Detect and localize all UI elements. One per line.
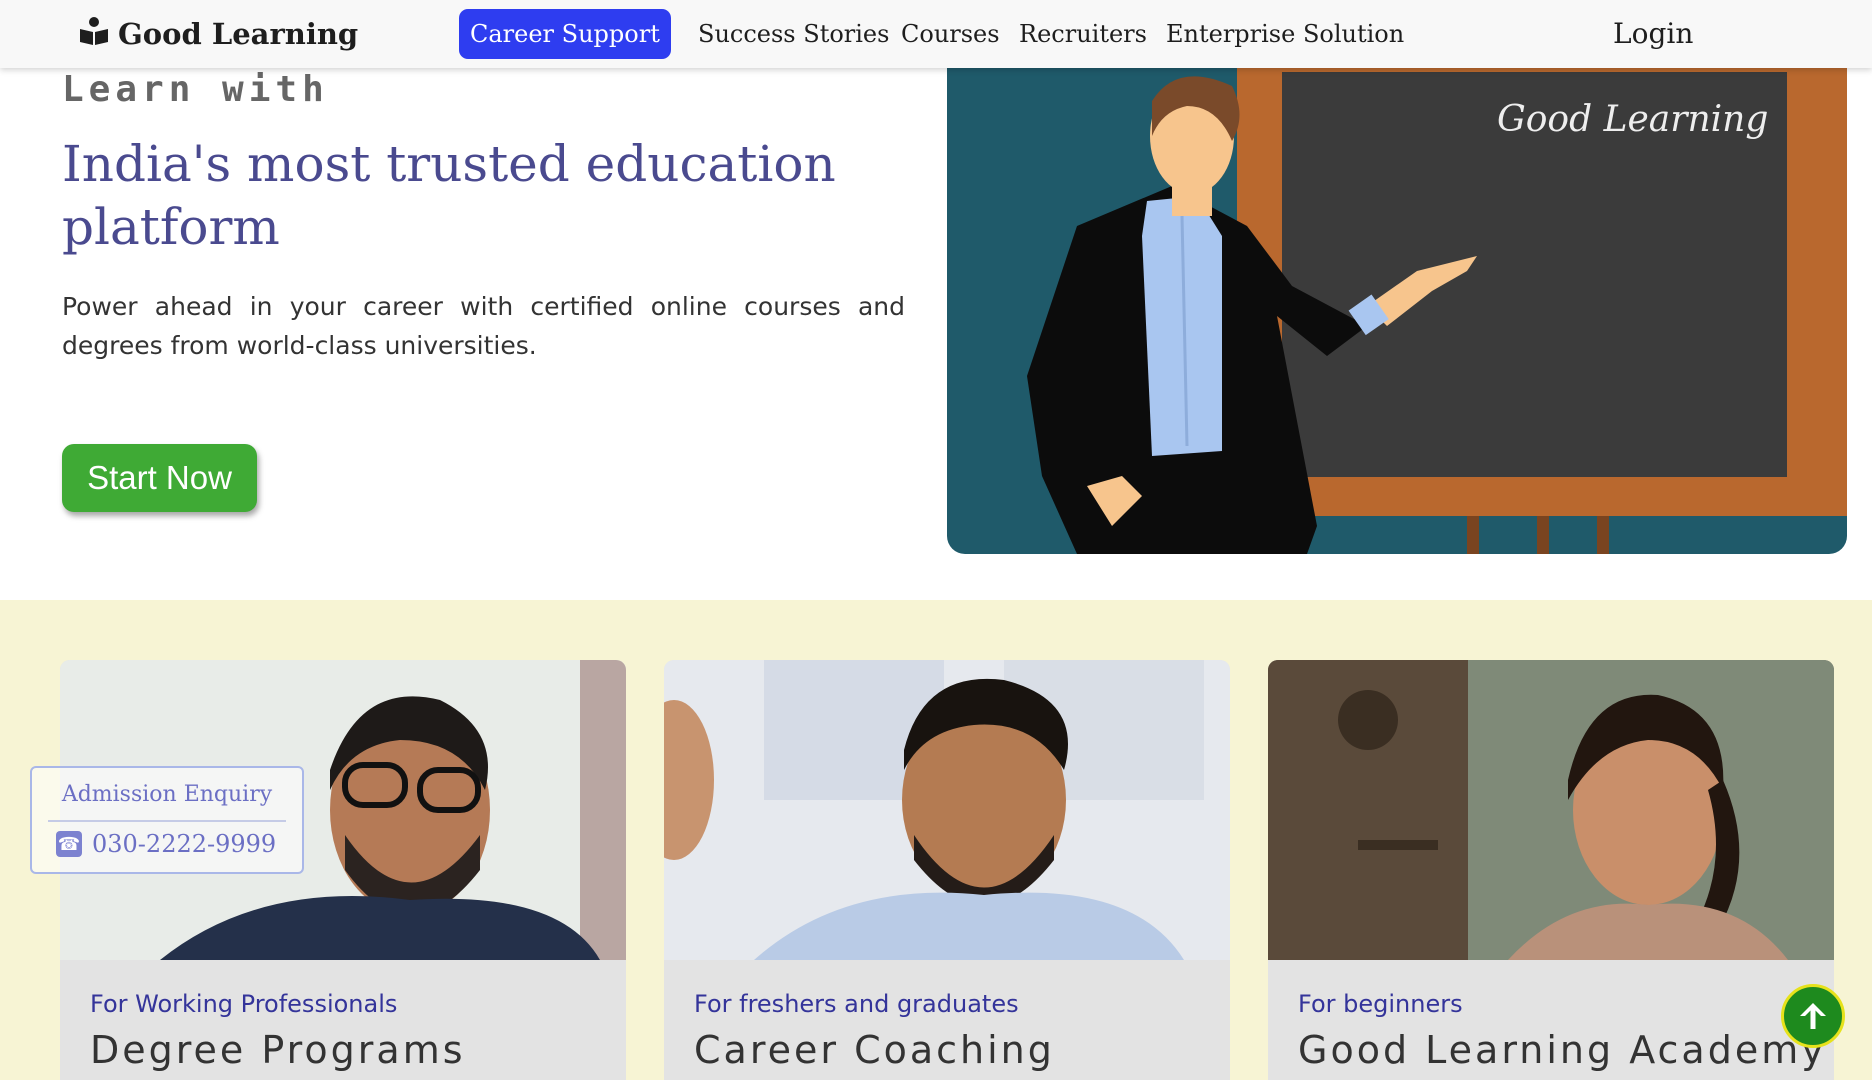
card-tag: For freshers and graduates [694, 990, 1019, 1018]
hero-illustration: Good Learning [947, 56, 1847, 554]
brand-logo-link[interactable]: Good Learning [78, 14, 358, 54]
enquiry-phone-number: 030-2222-9999 [92, 830, 277, 858]
card-tag: For Working Professionals [90, 990, 398, 1018]
start-now-button[interactable]: Start Now [62, 444, 257, 512]
nav-career-support[interactable]: Career Support [459, 9, 671, 59]
graduate-man-photo [664, 660, 1230, 960]
phone-icon: ☎ [56, 831, 82, 857]
enquiry-title: Admission Enquiry [61, 782, 273, 807]
program-card-academy[interactable]: For beginners Good Learning Academy [1268, 660, 1834, 1080]
card-title: Good Learning Academy [1298, 1028, 1827, 1072]
board-text: Good Learning [1497, 99, 1768, 140]
nav-recruiters[interactable]: Recruiters [1019, 9, 1147, 59]
program-card-career-coaching[interactable]: For freshers and graduates Career Coachi… [664, 660, 1230, 1080]
card-title: Degree Programs [90, 1028, 466, 1072]
card-tag: For beginners [1298, 990, 1463, 1018]
admission-enquiry-widget[interactable]: Admission Enquiry ☎ 030-2222-9999 [30, 766, 304, 874]
beginner-woman-photo [1268, 660, 1834, 960]
login-link[interactable]: Login [1613, 9, 1693, 59]
enquiry-phone-link[interactable]: ☎ 030-2222-9999 [56, 830, 276, 858]
hero-eyebrow: Learn with [62, 69, 329, 110]
nav-enterprise-solution[interactable]: Enterprise Solution [1166, 9, 1404, 59]
arrow-up-icon [1800, 1003, 1826, 1029]
book-reader-icon [78, 16, 110, 53]
top-navbar: Good Learning Career Support Success Sto… [0, 0, 1872, 68]
nav-success-stories[interactable]: Success Stories [698, 9, 889, 59]
hero-title: India's most trusted education platform [62, 135, 836, 256]
brand-name: Good Learning [118, 17, 359, 51]
scroll-to-top-button[interactable] [1781, 984, 1845, 1048]
card-title: Career Coaching [694, 1028, 1055, 1072]
nav-courses[interactable]: Courses [901, 9, 1000, 59]
enquiry-divider [48, 820, 286, 822]
hero-subtitle: Power ahead in your career with certifie… [62, 292, 905, 360]
